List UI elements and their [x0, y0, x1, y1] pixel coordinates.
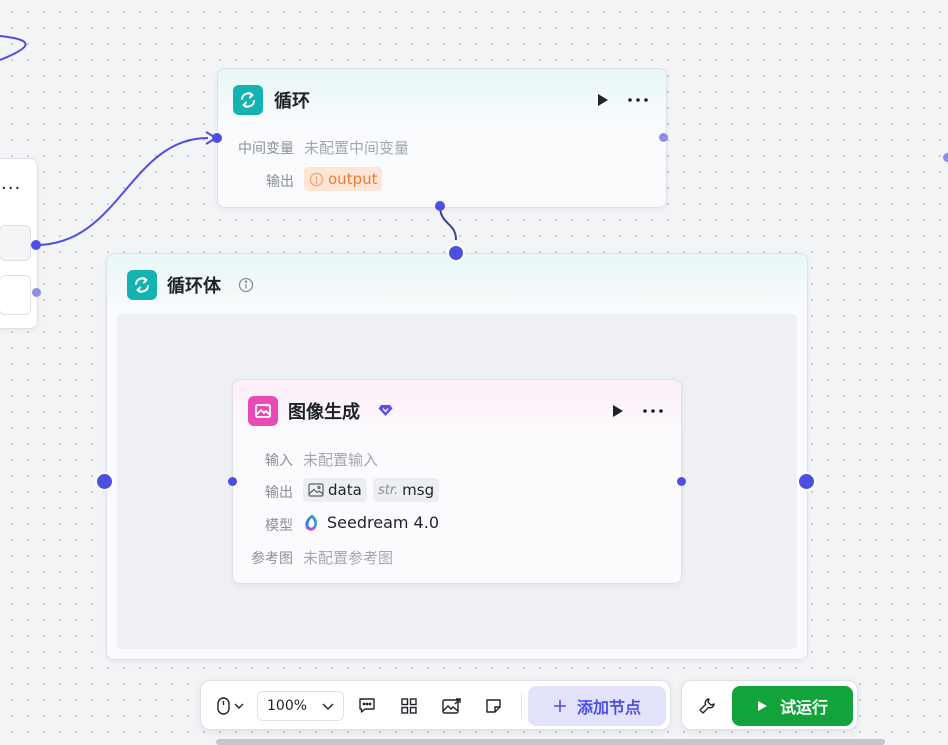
note-icon	[486, 698, 501, 713]
plus-icon	[553, 700, 566, 712]
input-value: 未配置输入	[303, 451, 379, 469]
test-run-button[interactable]: 试运行	[732, 686, 853, 726]
grid-layout-icon	[401, 698, 417, 714]
output-tag-label: output	[328, 170, 378, 188]
reference-image-value: 未配置参考图	[303, 549, 394, 567]
more-options-icon[interactable]	[626, 91, 650, 109]
output-msg-name: msg	[402, 481, 435, 499]
comment-icon	[359, 698, 375, 713]
comment-button[interactable]	[355, 694, 379, 718]
loop-body-top-port[interactable]	[447, 244, 465, 262]
loop-node-title: 循环	[274, 91, 310, 112]
loop-body-left-port[interactable]	[95, 472, 114, 491]
note-button[interactable]	[482, 694, 506, 718]
intermediate-variable-value: 未配置中间变量	[304, 139, 410, 157]
premium-diamond-icon	[377, 403, 393, 417]
horizontal-scrollbar[interactable]	[216, 739, 885, 745]
image-export-icon	[441, 697, 461, 714]
loop-icon	[127, 270, 157, 300]
left-node-field[interactable]	[0, 275, 31, 315]
loop-icon	[233, 85, 263, 115]
input-port[interactable]	[212, 133, 222, 143]
output-port[interactable]	[31, 240, 41, 250]
wrench-icon	[699, 698, 715, 714]
model-name: Seedream 4.0	[327, 513, 439, 532]
output-port[interactable]	[32, 288, 41, 297]
more-options-icon[interactable]: ...	[1, 173, 21, 194]
input-port[interactable]	[228, 477, 237, 486]
loop-body-title: 循环体	[167, 276, 221, 297]
warning-icon	[309, 172, 324, 186]
loop-body-right-port[interactable]	[797, 472, 816, 491]
string-type-icon: str.	[378, 482, 399, 498]
chevron-down-icon	[322, 703, 334, 710]
info-icon[interactable]	[237, 276, 255, 294]
seedream-model-icon	[305, 513, 318, 531]
loop-node[interactable]: 循环 中间变量 未配置中间变量 输出 output	[217, 68, 667, 208]
debug-settings-button[interactable]	[695, 694, 719, 718]
output-port[interactable]	[677, 477, 686, 486]
mouse-icon	[216, 697, 230, 715]
row-label: 输入	[265, 453, 293, 469]
output-msg-tag[interactable]: str. msg	[373, 478, 440, 502]
canvas-toolbar: 100% 添加节点	[200, 680, 671, 730]
chevron-down-icon	[234, 703, 243, 709]
model-value[interactable]: Seedream 4.0	[303, 513, 439, 532]
output-tag[interactable]: output	[304, 167, 383, 191]
output-data-name: data	[328, 481, 362, 499]
test-run-label: 试运行	[779, 698, 828, 717]
output-data-tag[interactable]: data	[303, 478, 367, 502]
left-node-field[interactable]	[0, 225, 31, 261]
row-label: 模型	[265, 518, 293, 534]
add-node-button[interactable]: 添加节点	[528, 686, 666, 726]
image-generation-icon	[248, 396, 278, 426]
layout-button[interactable]	[397, 694, 421, 718]
image-generation-node[interactable]: 图像生成 输入 未配置输入 输出 data str. msg 模型 Seedre…	[232, 379, 682, 584]
output-port[interactable]	[659, 133, 668, 142]
run-toolbar: 试运行	[681, 680, 858, 730]
row-label: 参考图	[251, 551, 293, 567]
play-icon[interactable]	[611, 404, 625, 418]
add-node-label: 添加节点	[576, 698, 641, 717]
minimap-button[interactable]	[439, 694, 463, 718]
row-label: 输出	[265, 485, 293, 501]
loop-body-port[interactable]	[435, 201, 445, 211]
toolbar-divider	[521, 693, 522, 719]
output-port[interactable]	[943, 153, 948, 162]
image-node-title: 图像生成	[288, 402, 360, 423]
zoom-value: 100%	[267, 698, 308, 714]
play-icon[interactable]	[596, 93, 610, 107]
row-label: 中间变量	[238, 141, 294, 157]
play-icon	[757, 701, 767, 711]
row-label: 输出	[266, 174, 294, 190]
zoom-select[interactable]: 100%	[257, 691, 344, 721]
mouse-mode-button[interactable]	[211, 694, 249, 718]
more-options-icon[interactable]	[641, 402, 665, 420]
image-icon	[308, 483, 324, 497]
